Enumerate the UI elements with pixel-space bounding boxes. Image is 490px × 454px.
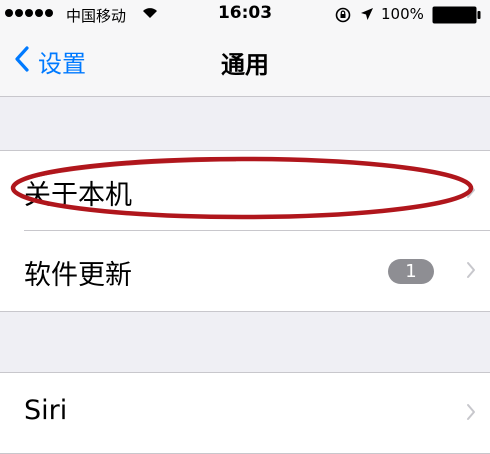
settings-group-siri: Siri xyxy=(0,372,490,454)
location-arrow-icon xyxy=(360,7,374,25)
rotation-lock-icon xyxy=(335,7,351,27)
update-count-badge: 1 xyxy=(388,259,434,284)
top-bar: 中国移动 16:03 100% 设置 通用 xyxy=(0,0,490,97)
about-label: 关于本机 xyxy=(24,180,132,211)
settings-group-main: 关于本机 软件更新 1 xyxy=(0,150,490,312)
page-title: 通用 xyxy=(221,51,269,79)
chevron-right-icon xyxy=(466,181,476,203)
siri-row[interactable]: Siri xyxy=(0,373,490,453)
about-row[interactable]: 关于本机 xyxy=(0,151,490,231)
siri-label: Siri xyxy=(24,395,68,426)
battery-icon xyxy=(432,6,482,28)
software-update-row[interactable]: 软件更新 1 xyxy=(0,231,490,311)
chevron-right-icon xyxy=(466,261,476,283)
chevron-right-icon xyxy=(466,403,476,425)
status-bar: 中国移动 16:03 100% xyxy=(0,0,490,30)
software-update-label: 软件更新 xyxy=(24,260,132,291)
battery-percent: 100% xyxy=(381,5,424,23)
